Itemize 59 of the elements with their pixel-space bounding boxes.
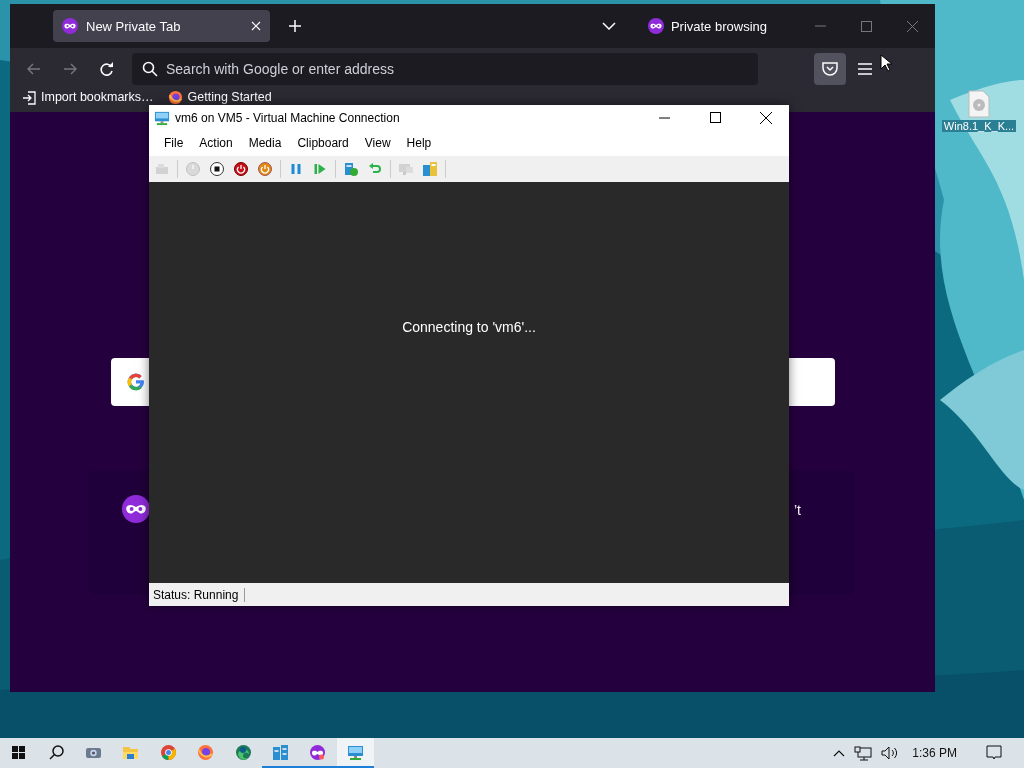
clock[interactable]: 1:36 PM [912, 746, 957, 760]
address-bar[interactable]: Search with Google or enter address [132, 53, 758, 85]
minimize-icon [814, 25, 826, 27]
notification-icon[interactable] [986, 745, 1002, 761]
close-icon [906, 20, 918, 32]
maximize-icon [860, 20, 872, 32]
search-icon [47, 743, 65, 761]
server-icon [271, 743, 289, 761]
search-icon [142, 61, 158, 77]
menu-item[interactable]: View [356, 136, 399, 150]
server-icon[interactable] [421, 160, 439, 178]
close-icon [760, 111, 772, 124]
menu-item[interactable]: Action [191, 136, 241, 150]
pocket-icon [822, 61, 838, 77]
volume-icon[interactable] [881, 746, 900, 760]
close-icon[interactable] [251, 21, 261, 31]
maximize-icon [709, 112, 721, 123]
chevron-up-icon[interactable] [833, 749, 846, 757]
cursor-icon [880, 54, 892, 72]
card-text: ’t [794, 502, 801, 518]
minimize-icon [658, 116, 670, 119]
server-icon[interactable] [342, 160, 360, 178]
power-icon[interactable] [232, 160, 250, 178]
mask-icon [309, 743, 327, 761]
power-icon[interactable] [256, 160, 274, 178]
network-icon[interactable] [854, 745, 873, 761]
bookmark-item[interactable]: Getting Started [167, 91, 272, 104]
menu-item[interactable]: Help [398, 136, 440, 150]
stop-icon[interactable] [208, 160, 226, 178]
back-button[interactable] [26, 63, 42, 75]
browser-tab[interactable]: New Private Tab [53, 10, 270, 42]
connection-message: Connecting to 'vm6'... [402, 319, 536, 337]
g-logo-icon [126, 372, 146, 392]
window-title: vm6 on VM5 - Virtual Machine Connection [175, 110, 401, 125]
mask-icon [647, 18, 664, 34]
private-mode-label: Private browsing [670, 18, 767, 34]
menu-item[interactable]: Clipboard [289, 136, 357, 150]
new-tab-button[interactable] [288, 19, 302, 33]
mask-icon [62, 18, 78, 34]
file-label: Win8.1_K_K... [941, 120, 1017, 132]
status-text: Status: Running [153, 587, 246, 602]
fox-icon [167, 90, 183, 105]
mask-icon [122, 495, 150, 523]
monitor-icon [346, 743, 364, 761]
windows-logo-icon [10, 743, 28, 761]
menu-button[interactable] [858, 63, 872, 75]
browser-icon [234, 743, 252, 761]
browser-icon [197, 743, 215, 761]
import-icon [22, 90, 36, 105]
forward-button[interactable] [62, 63, 78, 75]
chevron-down-icon[interactable] [602, 22, 616, 30]
menu-item[interactable]: Media [240, 136, 290, 150]
browser-icon [159, 743, 177, 761]
bookmark-item[interactable]: Import bookmarks… [22, 91, 154, 104]
menu-item[interactable]: File [156, 136, 192, 150]
reload-button[interactable] [98, 61, 114, 77]
monitor-icon [154, 109, 170, 126]
taskbar-app-button[interactable] [336, 738, 374, 768]
pocket-button[interactable] [814, 53, 846, 85]
